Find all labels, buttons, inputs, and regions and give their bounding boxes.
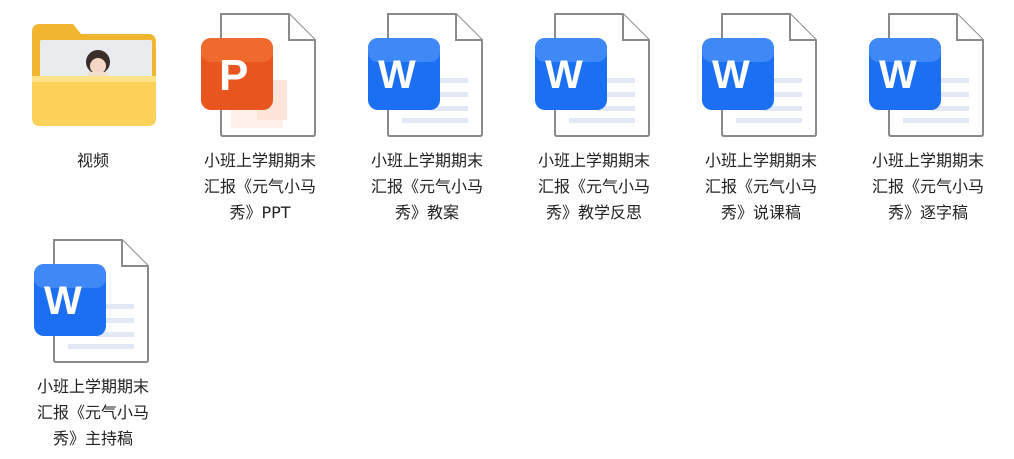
file-item-folder-video[interactable]: 视频 <box>18 10 168 225</box>
file-item-word-reflection[interactable]: W 小班上学期期末 汇报《元气小马 秀》教学反思 <box>519 10 669 225</box>
svg-text:W: W <box>712 53 750 97</box>
file-item-word-talk-script[interactable]: W 小班上学期期末 汇报《元气小马 秀》说课稿 <box>686 10 836 225</box>
svg-text:W: W <box>44 279 82 323</box>
word-file-icon: W <box>535 13 650 137</box>
file-label: 小班上学期期末 汇报《元气小马 秀》教学反思 <box>537 151 650 222</box>
svg-text:W: W <box>545 53 583 97</box>
file-label: 小班上学期期末 汇报《元气小马 秀》主持稿 <box>36 377 149 448</box>
folder-icon <box>32 24 156 126</box>
file-item-word-verbatim[interactable]: W 小班上学期期末 汇报《元气小马 秀》逐字稿 <box>853 10 1003 225</box>
word-file-icon: W <box>702 13 817 137</box>
file-label: 小班上学期期末 汇报《元气小马 秀》教案 <box>370 151 483 222</box>
file-item-ppt[interactable]: P 小班上学期期末 汇报《元气小马 秀》PPT <box>185 10 335 225</box>
file-label: 小班上学期期末 汇报《元气小马 秀》逐字稿 <box>871 151 984 222</box>
file-label: 小班上学期期末 汇报《元气小马 秀》PPT <box>203 151 316 222</box>
word-file-icon: W <box>34 239 149 363</box>
ppt-file-icon: P <box>201 13 316 137</box>
file-label: 小班上学期期末 汇报《元气小马 秀》说课稿 <box>704 151 817 222</box>
file-label: 视频 <box>76 151 109 170</box>
word-file-icon: W <box>368 13 483 137</box>
svg-text:W: W <box>879 53 917 97</box>
svg-text:W: W <box>378 53 416 97</box>
word-file-icon: W <box>869 13 984 137</box>
svg-text:P: P <box>219 51 248 100</box>
file-item-word-host-script[interactable]: W 小班上学期期末 汇报《元气小马 秀》主持稿 <box>18 236 168 451</box>
file-item-word-lesson-plan[interactable]: W 小班上学期期末 汇报《元气小马 秀》教案 <box>352 10 502 225</box>
